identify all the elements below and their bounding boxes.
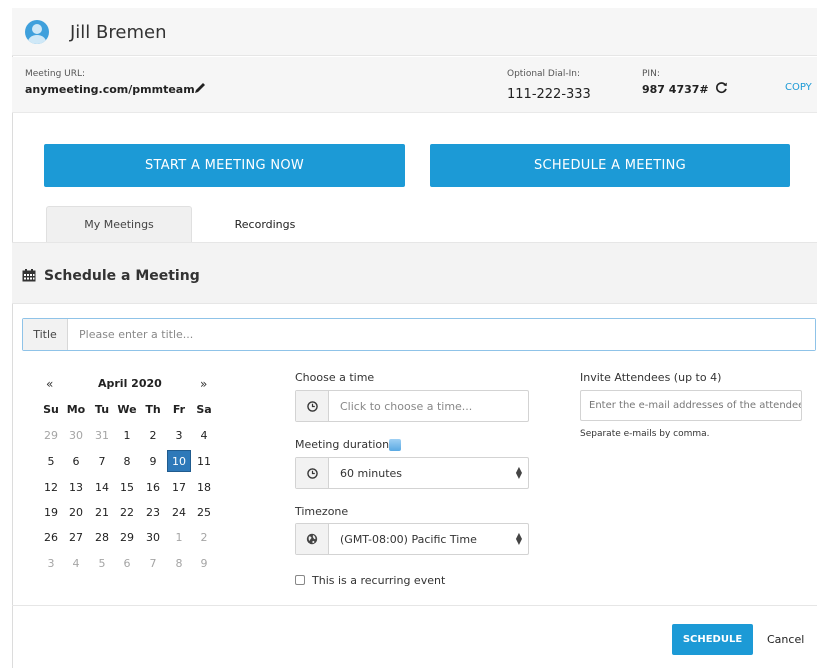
invite-label: Invite Attendees (up to 4)	[580, 371, 722, 384]
calendar-day[interactable]: 3	[39, 553, 63, 575]
calendar-day[interactable]: 1	[115, 425, 139, 447]
timezone-label: Timezone	[295, 505, 349, 518]
weekday-label: Fr	[172, 403, 186, 416]
calendar-icon	[22, 269, 36, 282]
calendar-day[interactable]: 2	[192, 527, 216, 549]
weekday-label: We	[117, 403, 137, 416]
schedule-submit-button[interactable]: SCHEDULE	[672, 624, 753, 655]
pin-value: 987 4737#	[642, 83, 709, 96]
calendar-day[interactable]: 4	[64, 553, 88, 575]
chevron-updown-icon: ▲ ▼	[515, 531, 522, 546]
chevron-updown-icon: ▲ ▼	[515, 465, 522, 480]
cancel-button[interactable]: Cancel	[767, 633, 804, 646]
calendar-day[interactable]: 28	[90, 527, 114, 549]
calendar-next-button[interactable]: »	[200, 377, 207, 391]
meeting-info-bar: Meeting URL: anymeeting.com/pmmteam Opti…	[12, 57, 817, 113]
invite-email-input[interactable]	[580, 390, 802, 421]
calendar-day[interactable]: 8	[167, 553, 191, 575]
calendar-day[interactable]: 16	[141, 477, 165, 499]
recurring-checkbox[interactable]	[295, 575, 305, 585]
footer-divider	[12, 605, 817, 606]
globe-icon	[306, 533, 318, 545]
calendar-day[interactable]: 9	[192, 553, 216, 575]
calendar-day[interactable]: 17	[167, 477, 191, 499]
user-avatar-icon[interactable]	[25, 20, 49, 44]
calendar-day[interactable]: 21	[90, 502, 114, 524]
calendar-day[interactable]: 19	[39, 502, 63, 524]
title-label: Title	[23, 319, 68, 350]
start-meeting-button[interactable]: START A MEETING NOW	[44, 144, 405, 187]
duration-value: 60 minutes	[340, 467, 403, 480]
schedule-meeting-button[interactable]: SCHEDULE A MEETING	[430, 144, 790, 187]
calendar-day[interactable]: 13	[64, 477, 88, 499]
calendar-month: April 2020	[98, 377, 162, 390]
calendar-day[interactable]: 12	[39, 477, 63, 499]
calendar-day[interactable]: 23	[141, 502, 165, 524]
calendar-day[interactable]: 7	[141, 553, 165, 575]
user-name: Jill Bremen	[70, 22, 167, 43]
calendar-day[interactable]: 27	[64, 527, 88, 549]
calendar-day[interactable]: 6	[115, 553, 139, 575]
calendar-day[interactable]: 9	[141, 451, 165, 473]
meeting-url-label: Meeting URL:	[25, 69, 86, 79]
calendar-day[interactable]: 30	[141, 527, 165, 549]
clock-icon	[306, 400, 318, 412]
timezone-select[interactable]: (GMT-08:00) Pacific Time ▲ ▼	[295, 523, 529, 555]
calendar-day[interactable]: 5	[90, 553, 114, 575]
info-icon[interactable]	[389, 439, 401, 451]
dialin-value: 111-222-333	[507, 87, 591, 102]
title-input[interactable]	[69, 319, 815, 350]
duration-label: Meeting duration	[295, 438, 390, 451]
refresh-icon[interactable]	[715, 81, 728, 94]
header-bar: Jill Bremen	[12, 8, 817, 56]
calendar-day[interactable]: 29	[115, 527, 139, 549]
calendar-day[interactable]: 20	[64, 502, 88, 524]
recurring-label: This is a recurring event	[312, 574, 446, 587]
meeting-url-value: anymeeting.com/pmmteam	[25, 83, 195, 96]
calendar-day[interactable]: 5	[39, 451, 63, 473]
clock-icon	[306, 467, 318, 479]
calendar-day[interactable]: 6	[64, 451, 88, 473]
calendar-day[interactable]: 22	[115, 502, 139, 524]
calendar-day[interactable]: 8	[115, 451, 139, 473]
calendar-day[interactable]: 11	[192, 451, 216, 473]
time-placeholder: Click to choose a time...	[340, 400, 473, 413]
copy-link[interactable]: COPY	[785, 82, 812, 93]
weekday-label: Sa	[196, 403, 212, 416]
time-label: Choose a time	[295, 371, 375, 384]
calendar-day[interactable]: 25	[192, 502, 216, 524]
calendar-day[interactable]: 29	[39, 425, 63, 447]
calendar-day[interactable]: 3	[167, 425, 191, 447]
schedule-section-header: Schedule a Meeting	[12, 242, 817, 304]
timezone-value: (GMT-08:00) Pacific Time	[340, 533, 477, 546]
pencil-icon[interactable]	[193, 81, 207, 95]
calendar-day[interactable]: 1	[167, 527, 191, 549]
calendar-day[interactable]: 15	[115, 477, 139, 499]
calendar-day[interactable]: 4	[192, 425, 216, 447]
calendar-day[interactable]: 2	[141, 425, 165, 447]
calendar-day[interactable]: 30	[64, 425, 88, 447]
tab-recordings[interactable]: Recordings	[205, 206, 325, 242]
duration-select[interactable]: 60 minutes ▲ ▼	[295, 457, 529, 489]
weekday-label: Su	[43, 403, 59, 416]
pin-label: PIN:	[642, 69, 660, 79]
title-field: Title	[22, 318, 816, 351]
calendar-day[interactable]: 18	[192, 477, 216, 499]
calendar-day[interactable]: 31	[90, 425, 114, 447]
calendar-day[interactable]: 7	[90, 451, 114, 473]
section-title: Schedule a Meeting	[44, 268, 200, 284]
calendar-prev-button[interactable]: «	[46, 377, 53, 391]
weekday-label: Tu	[94, 403, 110, 416]
calendar-day-selected[interactable]: 10	[167, 450, 191, 472]
calendar-day[interactable]: 14	[90, 477, 114, 499]
tab-my-meetings[interactable]: My Meetings	[46, 206, 192, 242]
calendar-day[interactable]: 26	[39, 527, 63, 549]
invite-hint: Separate e-mails by comma.	[580, 429, 710, 439]
weekday-label: Mo	[66, 403, 86, 416]
weekday-label: Th	[145, 403, 161, 416]
calendar-day[interactable]: 24	[167, 502, 191, 524]
time-picker[interactable]: Click to choose a time...	[295, 390, 529, 422]
dialin-label: Optional Dial-In:	[507, 69, 580, 79]
